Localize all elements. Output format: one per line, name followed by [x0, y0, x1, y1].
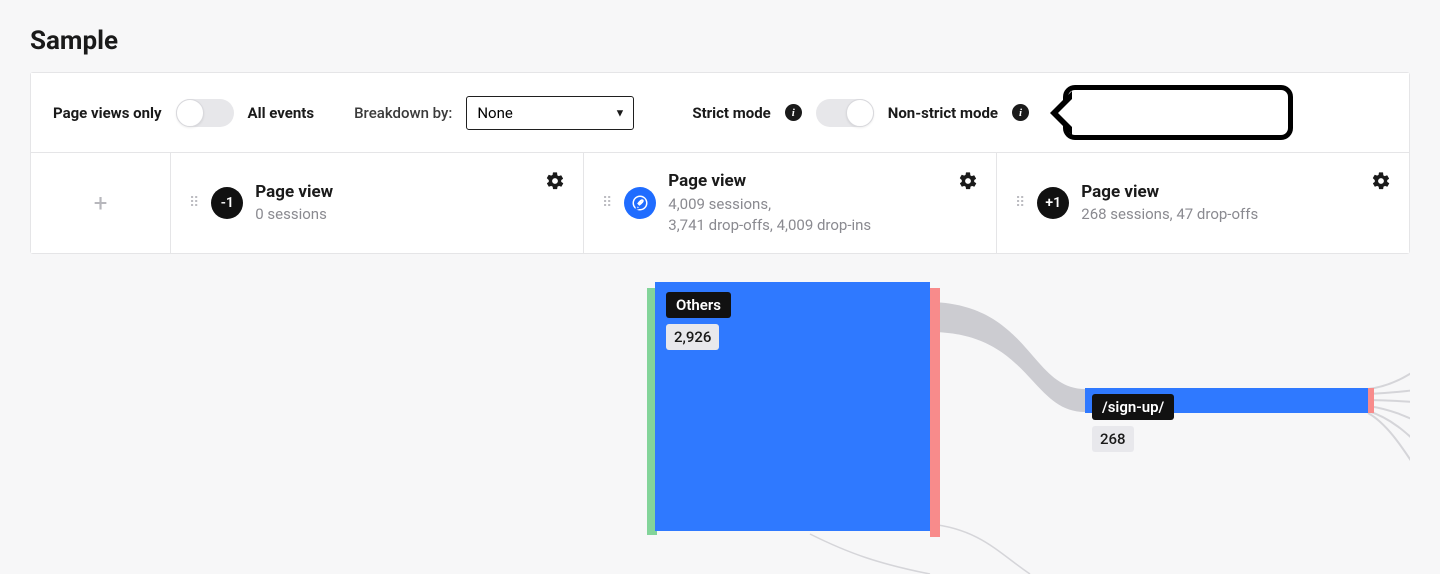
step-subtitle: 4,009 sessions,: [668, 194, 871, 215]
gear-icon[interactable]: [958, 171, 978, 191]
step-badge: -1: [211, 187, 243, 219]
node-label: Others: [666, 292, 731, 318]
step-title: Page view: [255, 181, 333, 205]
filter-toolbar: Page views only All events Breakdown by:…: [31, 73, 1409, 153]
funnel-step-minus-1: ⠿ -1 Page view 0 sessions: [171, 153, 584, 253]
funnel-panel: Page views only All events Breakdown by:…: [30, 72, 1410, 254]
flow-diagram: Others 2,926 /sign-up/ 268: [30, 254, 1410, 574]
flow-node-others[interactable]: [655, 282, 930, 531]
funnel-step-main: ⠿ Page view 4,009 sessions, 3,741 drop-o…: [584, 153, 997, 253]
node-value: 2,926: [666, 324, 719, 350]
add-step-button[interactable]: +: [31, 153, 171, 253]
all-events-label: All events: [248, 104, 315, 122]
info-icon[interactable]: i: [785, 104, 802, 121]
step-title: Page view: [668, 170, 871, 194]
drag-handle-icon[interactable]: ⠿: [602, 199, 612, 207]
breakdown-by-label: Breakdown by:: [354, 104, 452, 122]
annotation-callout: [1063, 85, 1293, 140]
step-badge: +1: [1037, 187, 1069, 219]
drag-handle-icon[interactable]: ⠿: [1015, 199, 1025, 207]
drag-handle-icon[interactable]: ⠿: [189, 199, 199, 207]
gear-icon[interactable]: [1371, 171, 1391, 191]
info-icon[interactable]: i: [1012, 104, 1029, 121]
strict-mode-toggle[interactable]: [816, 99, 874, 127]
gear-icon[interactable]: [545, 171, 565, 191]
rocket-icon: [624, 187, 656, 219]
node-value: 268: [1092, 426, 1134, 452]
step-title: Page view: [1081, 181, 1258, 205]
funnel-step-plus-1: ⠿ +1 Page view 268 sessions, 47 drop-off…: [997, 153, 1409, 253]
strict-mode-label: Strict mode: [692, 104, 770, 122]
node-label: /sign-up/: [1092, 394, 1174, 420]
plus-icon: +: [94, 189, 108, 217]
step-subtitle: 0 sessions: [255, 204, 333, 225]
page-views-only-label: Page views only: [53, 104, 162, 122]
page-title: Sample: [0, 0, 1440, 72]
drop-off-strip: [1368, 388, 1374, 413]
step-subtitle: 268 sessions, 47 drop-offs: [1081, 204, 1258, 225]
breakdown-value: None: [477, 104, 513, 122]
chevron-down-icon: ▼: [614, 106, 625, 119]
page-views-toggle[interactable]: [176, 99, 234, 127]
funnel-steps: + ⠿ -1 Page view 0 sessions ⠿ Page view …: [31, 153, 1409, 253]
drop-off-strip: [930, 288, 940, 537]
non-strict-mode-label: Non-strict mode: [888, 104, 998, 122]
breakdown-dropdown[interactable]: None ▼: [466, 96, 634, 130]
step-subtitle: 3,741 drop-offs, 4,009 drop-ins: [668, 215, 871, 236]
